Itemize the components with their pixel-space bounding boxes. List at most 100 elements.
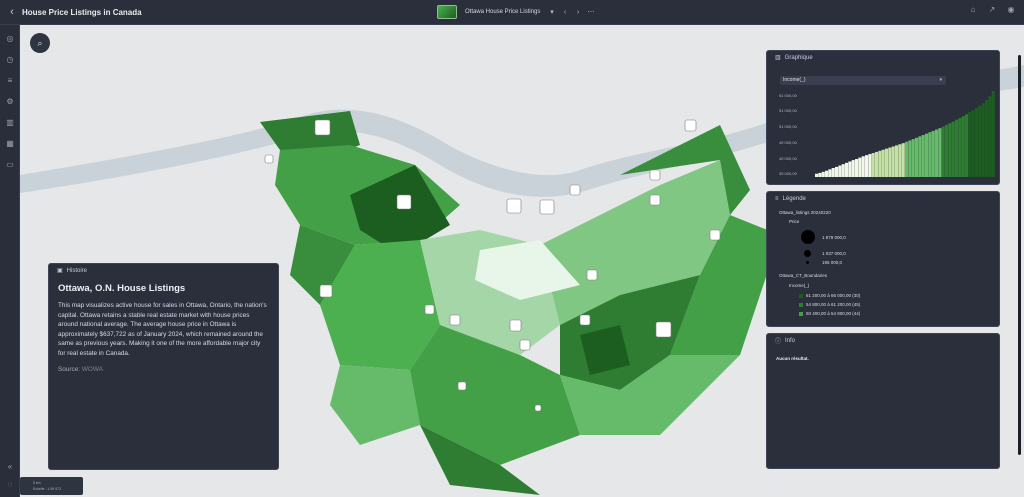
income-bar[interactable] xyxy=(918,136,922,177)
map-thumbnail[interactable] xyxy=(437,5,457,19)
legend-field-income: Income(_) xyxy=(789,283,810,288)
income-bar[interactable] xyxy=(881,149,885,177)
back-icon[interactable]: ‹ xyxy=(4,6,20,18)
source-value[interactable]: WOWA xyxy=(82,366,103,373)
income-bar[interactable] xyxy=(828,169,832,177)
income-bar[interactable] xyxy=(935,129,939,177)
income-bar[interactable] xyxy=(961,116,965,177)
income-bar[interactable] xyxy=(925,133,929,177)
income-bar[interactable] xyxy=(951,121,955,177)
graph-header: ▥ Graphique xyxy=(767,51,999,64)
app-title: House Price Listings in Canada xyxy=(22,7,142,17)
chevron-down-icon[interactable]: ▾ xyxy=(548,8,556,16)
income-bar[interactable] xyxy=(941,126,945,177)
income-bar[interactable] xyxy=(895,145,899,177)
income-bar[interactable] xyxy=(985,100,989,177)
collapse-icon[interactable]: « xyxy=(5,462,15,472)
legend-layer-boundaries[interactable]: Ottawa_CT_Boundaries xyxy=(779,273,827,278)
income-bar[interactable] xyxy=(908,140,912,177)
income-bar[interactable] xyxy=(991,91,995,177)
book-icon[interactable]: ▭ xyxy=(5,160,15,170)
next-icon[interactable]: › xyxy=(574,9,582,16)
income-bar[interactable] xyxy=(848,161,852,177)
income-bar[interactable] xyxy=(871,153,875,177)
chart-icon[interactable]: ▥ xyxy=(5,118,15,128)
search-button[interactable]: ⌕ xyxy=(30,33,50,53)
income-bar[interactable] xyxy=(945,124,949,177)
history-icon[interactable]: ◷ xyxy=(5,55,15,65)
income-bar[interactable] xyxy=(891,146,895,177)
size-small-symbol xyxy=(806,261,809,264)
story-body: This map visualizes active house for sal… xyxy=(58,302,267,357)
user-icon[interactable]: ◉ xyxy=(1006,5,1016,14)
income-bar[interactable] xyxy=(885,148,889,177)
income-bar[interactable] xyxy=(865,155,869,177)
style-icon[interactable]: ⌂ xyxy=(968,5,978,14)
layers-icon[interactable]: ◎ xyxy=(5,34,15,44)
income-bar[interactable] xyxy=(861,156,865,177)
income-bar[interactable] xyxy=(818,172,822,177)
legend-class-1: 61 200,00 à 66 000,00 (30) xyxy=(799,293,860,298)
income-bar[interactable] xyxy=(955,119,959,177)
income-bar[interactable] xyxy=(838,165,842,177)
field-select[interactable]: Income(_) ▾ xyxy=(780,76,946,85)
legend-size-small: 195 000,0 xyxy=(822,260,843,265)
income-bar[interactable] xyxy=(875,151,879,177)
income-bar[interactable] xyxy=(921,135,925,177)
graph-header-label: Graphique xyxy=(784,54,813,61)
income-bar[interactable] xyxy=(845,162,849,177)
income-bar[interactable] xyxy=(821,171,825,177)
legend-layer-listings[interactable]: Ottawa_listings 20240220 xyxy=(779,210,831,215)
income-bar[interactable] xyxy=(855,159,859,177)
region-south-west[interactable] xyxy=(330,365,420,445)
loading-icon: ◌ xyxy=(7,480,13,489)
income-bar[interactable] xyxy=(965,114,969,177)
income-bar[interactable] xyxy=(825,170,829,177)
income-bar[interactable] xyxy=(948,123,952,177)
income-bar[interactable] xyxy=(905,141,909,177)
income-bar[interactable] xyxy=(911,139,915,177)
income-bar[interactable] xyxy=(868,154,872,177)
info-header: ⓘ Info xyxy=(767,334,999,347)
income-bar[interactable] xyxy=(831,168,835,177)
income-bar[interactable] xyxy=(971,110,975,177)
income-bar[interactable] xyxy=(901,143,905,177)
income-bar[interactable] xyxy=(915,137,919,177)
chevron-down-icon: ▾ xyxy=(939,77,942,83)
income-bar[interactable] xyxy=(975,108,979,177)
share-icon[interactable]: ↗ xyxy=(987,5,997,14)
income-bar[interactable] xyxy=(931,130,935,177)
scale-ratio: Echelle : 1:59 972 xyxy=(33,487,62,491)
income-bar[interactable] xyxy=(841,164,845,177)
previous-icon[interactable]: ‹ xyxy=(561,9,569,16)
story-title: Ottawa, O.N. House Listings xyxy=(58,283,186,294)
header-actions: ⌂ ↗ ◉ xyxy=(968,5,1016,14)
income-bar[interactable] xyxy=(858,157,862,177)
legend-size-large: 1 879 000,0 xyxy=(822,235,846,240)
list-icon[interactable]: ≡ xyxy=(5,76,15,86)
income-bar[interactable] xyxy=(898,144,902,177)
income-bar[interactable] xyxy=(878,150,882,177)
income-bar[interactable] xyxy=(938,128,942,177)
income-bar[interactable] xyxy=(888,147,892,177)
table-icon[interactable]: ▦ xyxy=(5,139,15,149)
map-name[interactable]: Ottawa House Price Listings xyxy=(465,9,543,15)
search-icon: ⌕ xyxy=(37,38,43,48)
income-bar[interactable] xyxy=(958,118,962,177)
income-bar[interactable] xyxy=(981,103,985,177)
income-bar[interactable] xyxy=(928,132,932,177)
income-bar[interactable] xyxy=(815,173,819,177)
income-bar[interactable] xyxy=(851,160,855,177)
income-bar[interactable] xyxy=(968,112,972,177)
income-bar[interactable] xyxy=(978,105,982,177)
right-scrollbar[interactable] xyxy=(1018,55,1021,455)
y-tick-6: 35 000,00 xyxy=(779,171,797,176)
legend-icon: ≡ xyxy=(775,195,779,202)
income-bar[interactable] xyxy=(835,166,839,177)
more-horizontal-icon[interactable]: ⋯ xyxy=(587,8,595,16)
legend-field-price: Price xyxy=(789,219,800,224)
map-switcher[interactable]: Ottawa House Price Listings ▾ ‹ › ⋯ xyxy=(437,4,595,20)
income-bar[interactable] xyxy=(988,96,992,177)
income-bar-chart[interactable] xyxy=(815,87,995,177)
settings-icon[interactable]: ⚙ xyxy=(5,97,15,107)
